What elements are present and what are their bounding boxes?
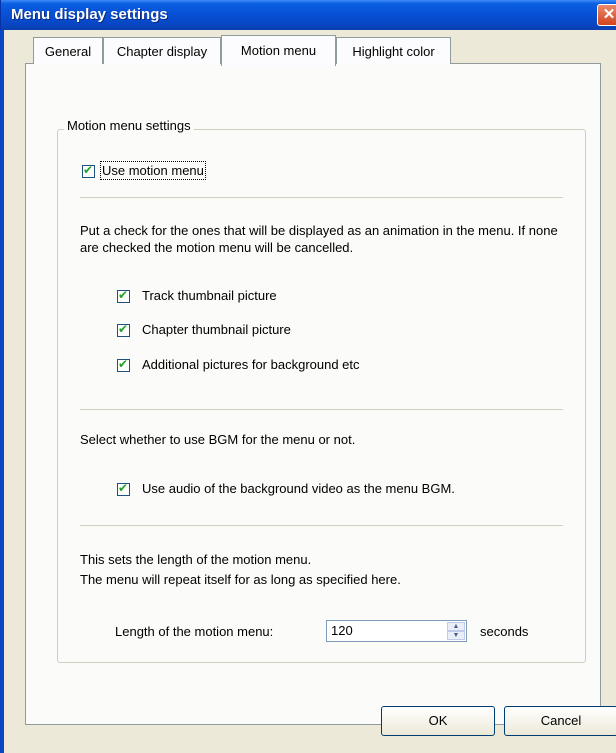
length-input[interactable]: 120 ▲ ▼ <box>326 620 467 642</box>
ok-button[interactable]: OK <box>381 706 495 736</box>
length-unit: seconds <box>480 624 529 639</box>
length-note-1: This sets the length of the motion menu. <box>80 552 312 567</box>
bgm-audio-label[interactable]: Use audio of the background video as the… <box>142 481 455 496</box>
chapter-thumbnail-checkbox[interactable] <box>117 322 130 337</box>
tab-general[interactable]: General <box>33 37 103 64</box>
length-label: Length of the motion menu: <box>115 624 274 639</box>
use-motion-menu-label[interactable]: Use motion menu <box>100 161 206 180</box>
tab-motion-menu[interactable]: Motion menu <box>221 35 336 66</box>
length-value[interactable]: 120 <box>331 623 353 638</box>
separator-2 <box>80 409 563 410</box>
close-icon: ✕ <box>602 6 616 23</box>
window-title: Menu display settings <box>11 6 168 23</box>
animation-note: Put a check for the ones that will be di… <box>80 223 558 255</box>
track-thumbnail-checkbox[interactable] <box>117 288 130 303</box>
additional-pictures-label[interactable]: Additional pictures for background etc <box>142 357 360 372</box>
separator-3 <box>80 525 563 526</box>
dialog-window: Menu display settings ✕ General Chapter … <box>0 0 616 753</box>
groupbox-legend: Motion menu settings <box>64 118 194 133</box>
track-thumbnail-label[interactable]: Track thumbnail picture <box>142 288 277 303</box>
bgm-audio-checkbox[interactable] <box>117 481 130 496</box>
bgm-note: Select whether to use BGM for the menu o… <box>80 432 356 447</box>
use-motion-menu-checkbox[interactable] <box>82 163 95 178</box>
close-button[interactable]: ✕ <box>597 4 616 26</box>
tab-highlight-color[interactable]: Highlight color <box>336 37 451 64</box>
chapter-thumbnail-label[interactable]: Chapter thumbnail picture <box>142 322 291 337</box>
window-border <box>0 30 4 753</box>
cancel-button[interactable]: Cancel <box>504 706 616 736</box>
additional-pictures-checkbox[interactable] <box>117 357 130 372</box>
spin-down-icon[interactable]: ▼ <box>447 631 465 640</box>
length-note-2: The menu will repeat itself for as long … <box>80 572 401 587</box>
length-spinner[interactable]: ▲ ▼ <box>447 622 465 640</box>
tab-chapter-display[interactable]: Chapter display <box>103 37 221 64</box>
separator-1 <box>80 197 563 198</box>
title-bar[interactable]: Menu display settings ✕ <box>0 0 616 30</box>
spin-up-icon[interactable]: ▲ <box>447 622 465 631</box>
